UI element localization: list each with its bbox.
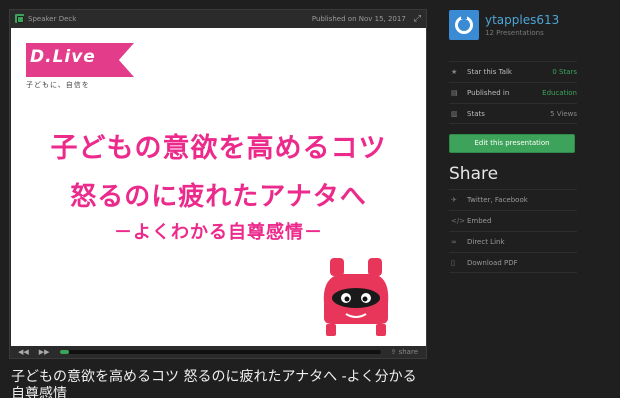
published-date: Published on Nov 15, 2017	[311, 14, 406, 23]
user-presentation-count: 12 Presentations	[485, 29, 544, 37]
code-icon: </>	[451, 217, 466, 225]
download-icon: ▯	[451, 258, 455, 267]
share-direct-link[interactable]: ∞ Direct Link	[449, 231, 577, 252]
player-share-button[interactable]: ⇪ share	[391, 348, 419, 356]
fullscreen-icon[interactable]: ⤢	[414, 14, 421, 24]
player-share-label: share	[398, 348, 418, 356]
car-mascot-icon	[323, 258, 389, 336]
share-options: ✈ Twitter, Facebook </> Embed ∞ Direct L…	[449, 189, 577, 273]
talk-title: 子どもの意欲を高めるコツ 怒るのに疲れたアナタへ -よく分かる自尊感情	[11, 369, 417, 398]
slide-progress-fill	[59, 350, 70, 354]
speaker-deck-logo-icon[interactable]	[15, 14, 24, 23]
slide-title-line-3: －よくわかる自尊感情－	[114, 222, 323, 243]
player-brand[interactable]: Speaker Deck	[28, 15, 312, 23]
share-twitter-facebook[interactable]: ✈ Twitter, Facebook	[449, 189, 577, 210]
power-icon	[455, 13, 473, 34]
slide-title-line-2: 怒るのに疲れたアナタへ	[70, 182, 367, 212]
folder-icon: ▤	[451, 89, 458, 97]
slide-logo-text: D.Live	[30, 47, 96, 67]
stat-value: 5 Views	[550, 109, 577, 118]
star-icon: ★	[451, 68, 458, 76]
bird-icon: ✈	[451, 196, 457, 204]
stat-label: Published in	[467, 89, 510, 97]
link-icon: ∞	[451, 238, 457, 246]
share-label: Twitter, Facebook	[467, 196, 528, 204]
slide-logo-subtitle: 子どもに、自信を	[26, 81, 90, 89]
stat-label: Star this Talk	[467, 68, 512, 76]
player-controls: ◀◀ ▶▶ ⇪ share	[10, 346, 426, 358]
share-embed[interactable]: </> Embed	[449, 210, 577, 231]
share-download-pdf[interactable]: ▯ Download PDF	[449, 252, 577, 273]
stat-published-in: ▤ Published in Education	[449, 82, 577, 103]
user-name-link[interactable]: ytapples613	[485, 13, 559, 27]
stat-star[interactable]: ★ Star this Talk 0 Stars	[449, 61, 577, 82]
chart-icon: ▥	[451, 109, 458, 118]
stat-value: 0 Stars	[552, 68, 577, 76]
slide-progress-bar[interactable]	[59, 350, 381, 354]
user-info: ytapples613 12 Presentations	[449, 10, 577, 50]
slide-player: Speaker Deck Published on Nov 15, 2017 ⤢…	[9, 9, 427, 359]
talk-stats: ★ Star this Talk 0 Stars ▤ Published in …	[449, 61, 577, 124]
player-header: Speaker Deck Published on Nov 15, 2017 ⤢	[10, 10, 426, 27]
previous-slide-icon[interactable]: ◀◀	[18, 348, 29, 356]
share-label: Embed	[467, 217, 492, 225]
stat-label: Stats	[467, 109, 485, 118]
slide-title-line-1: 子どもの意欲を高めるコツ	[50, 133, 387, 164]
category-link[interactable]: Education	[542, 89, 577, 97]
edit-presentation-button[interactable]: Edit this presentation	[449, 134, 575, 153]
next-slide-icon[interactable]: ▶▶	[39, 348, 50, 356]
share-label: Download PDF	[467, 258, 518, 267]
slide-canvas[interactable]: D.Live 子どもに、自信を 子どもの意欲を高めるコツ 怒るのに疲れたアナタへ…	[11, 28, 426, 347]
share-heading: Share	[449, 164, 499, 184]
stat-views: ▥ Stats 5 Views	[449, 103, 577, 124]
sidebar: ytapples613 12 Presentations ★ Star this…	[449, 10, 577, 273]
avatar[interactable]	[449, 10, 479, 40]
share-label: Direct Link	[467, 238, 505, 246]
